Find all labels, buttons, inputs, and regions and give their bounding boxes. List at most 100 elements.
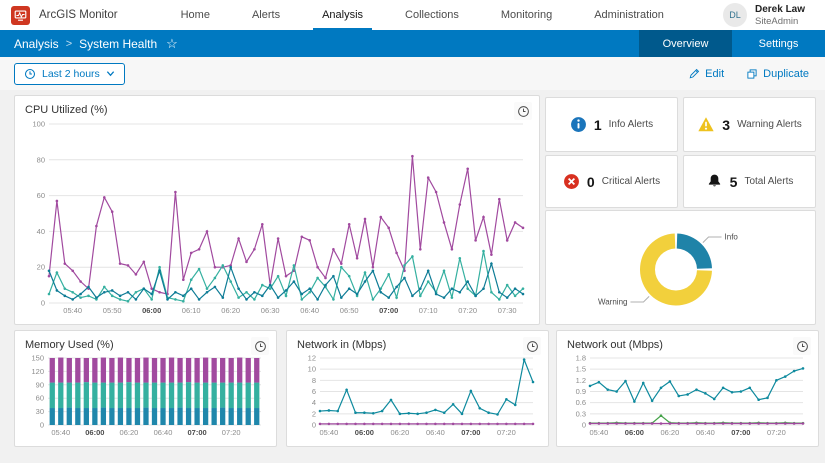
pencil-icon [688, 68, 700, 80]
copy-icon [746, 68, 758, 80]
svg-text:90: 90 [36, 380, 44, 389]
edit-button[interactable]: Edit [688, 68, 724, 80]
svg-text:40: 40 [37, 227, 45, 236]
svg-text:30: 30 [36, 407, 44, 416]
breadcrumb: Analysis > System Health ☆ [14, 36, 178, 52]
svg-text:07:20: 07:20 [767, 428, 786, 437]
warning-alert-count: 3 [722, 117, 730, 133]
svg-text:07:20: 07:20 [458, 306, 477, 315]
clock-icon [526, 340, 539, 353]
toolbar: Last 2 hours Edit Duplicate [0, 57, 825, 90]
favorite-star-icon[interactable]: ☆ [166, 36, 178, 52]
svg-text:2: 2 [312, 409, 316, 418]
nav-item-home[interactable]: Home [160, 0, 231, 30]
svg-text:0.3: 0.3 [576, 409, 586, 418]
warning-alert-label: Warning Alerts [737, 119, 802, 130]
warning-triangle-icon [697, 116, 715, 133]
svg-text:05:40: 05:40 [51, 428, 70, 437]
clock-icon [254, 340, 267, 353]
svg-text:Info: Info [725, 232, 739, 241]
network-out-card: Network out (Mbps) 00.30.60.91.21.51.805… [556, 330, 819, 447]
svg-text:07:00: 07:00 [461, 428, 480, 437]
alerts-donut-chart: Info Warning [546, 211, 815, 324]
svg-text:06:40: 06:40 [426, 428, 445, 437]
svg-text:07:00: 07:00 [188, 428, 207, 437]
svg-text:1.5: 1.5 [576, 365, 586, 374]
info-alert-count: 1 [594, 117, 602, 133]
cpu-chart-title: CPU Utilized (%) [15, 96, 539, 116]
nav-item-collections[interactable]: Collections [384, 0, 480, 30]
network-out-time-settings-button[interactable] [793, 337, 811, 355]
svg-text:07:10: 07:10 [419, 306, 438, 315]
duplicate-label: Duplicate [763, 68, 809, 80]
memory-time-settings-button[interactable] [251, 337, 269, 355]
page-title: System Health [79, 37, 157, 51]
main-nav: Home Alerts Analysis Collections Monitor… [160, 0, 685, 30]
chevron-down-icon [106, 69, 115, 78]
brand-title: ArcGIS Monitor [39, 9, 118, 21]
nav-item-administration[interactable]: Administration [573, 0, 685, 30]
svg-text:06:00: 06:00 [85, 428, 104, 437]
svg-text:Warning: Warning [598, 298, 628, 307]
clock-icon [24, 68, 36, 80]
tab-overview[interactable]: Overview [639, 30, 732, 57]
svg-text:8: 8 [312, 376, 316, 385]
view-tabs: Overview Settings [639, 30, 825, 57]
svg-text:06:20: 06:20 [120, 428, 139, 437]
svg-text:06:50: 06:50 [340, 306, 359, 315]
svg-text:05:50: 05:50 [103, 306, 122, 315]
info-alert-label: Info Alerts [609, 119, 653, 130]
svg-text:20: 20 [37, 263, 45, 272]
network-in-chart-title: Network in (Mbps) [287, 331, 548, 351]
nav-item-monitoring[interactable]: Monitoring [480, 0, 573, 30]
info-alerts-card[interactable]: 1 Info Alerts [545, 97, 678, 152]
svg-text:06:00: 06:00 [625, 428, 644, 437]
svg-text:06:40: 06:40 [154, 428, 173, 437]
critical-x-icon [563, 173, 580, 190]
bell-icon [706, 173, 723, 190]
avatar[interactable]: DL [723, 3, 747, 27]
nav-item-analysis[interactable]: Analysis [301, 0, 384, 30]
breadcrumb-separator: > [66, 38, 72, 50]
memory-used-card: Memory Used (%) 030609012015005:4006:000… [14, 330, 277, 447]
network-in-chart: 02468101205:4006:0006:2006:4007:0007:20 [294, 352, 541, 438]
total-alerts-card[interactable]: 5 Total Alerts [683, 155, 816, 208]
svg-text:06:20: 06:20 [390, 428, 409, 437]
svg-text:06:00: 06:00 [355, 428, 374, 437]
critical-alerts-card[interactable]: 0 Critical Alerts [545, 155, 678, 208]
svg-text:0: 0 [41, 299, 45, 308]
svg-text:0.9: 0.9 [576, 387, 586, 396]
warning-alerts-card[interactable]: 3 Warning Alerts [683, 97, 816, 152]
cpu-chart: 02040608010005:4005:5006:0006:1006:2006:… [23, 118, 531, 316]
toolbar-actions: Edit Duplicate [688, 68, 825, 80]
memory-chart: 030609012015005:4006:0006:2006:4007:0007… [22, 352, 269, 438]
svg-text:05:40: 05:40 [589, 428, 608, 437]
svg-text:6: 6 [312, 387, 316, 396]
total-alert-count: 5 [730, 174, 738, 190]
user-block[interactable]: DL Derek Law SiteAdmin [723, 3, 825, 27]
critical-alert-label: Critical Alerts [602, 176, 660, 187]
breadcrumb-section[interactable]: Analysis [14, 37, 59, 51]
svg-text:10: 10 [308, 365, 316, 374]
svg-text:06:20: 06:20 [660, 428, 679, 437]
time-range-label: Last 2 hours [42, 68, 100, 80]
svg-text:1.8: 1.8 [576, 354, 586, 363]
critical-alert-count: 0 [587, 174, 595, 190]
cpu-time-settings-button[interactable] [514, 102, 532, 120]
clock-icon [517, 105, 530, 118]
time-range-button[interactable]: Last 2 hours [14, 63, 125, 85]
nav-item-alerts[interactable]: Alerts [231, 0, 301, 30]
svg-text:05:40: 05:40 [63, 306, 82, 315]
duplicate-button[interactable]: Duplicate [746, 68, 809, 80]
user-info: Derek Law SiteAdmin [755, 4, 815, 27]
dashboard-content: CPU Utilized (%) 02040608010005:4005:500… [0, 90, 825, 463]
tab-settings[interactable]: Settings [732, 30, 825, 57]
svg-text:07:00: 07:00 [379, 306, 398, 315]
network-in-time-settings-button[interactable] [523, 337, 541, 355]
svg-text:0: 0 [40, 421, 44, 430]
svg-text:06:00: 06:00 [142, 306, 161, 315]
clock-icon [796, 340, 809, 353]
svg-text:0: 0 [312, 421, 316, 430]
svg-text:150: 150 [31, 354, 44, 363]
svg-text:07:00: 07:00 [731, 428, 750, 437]
